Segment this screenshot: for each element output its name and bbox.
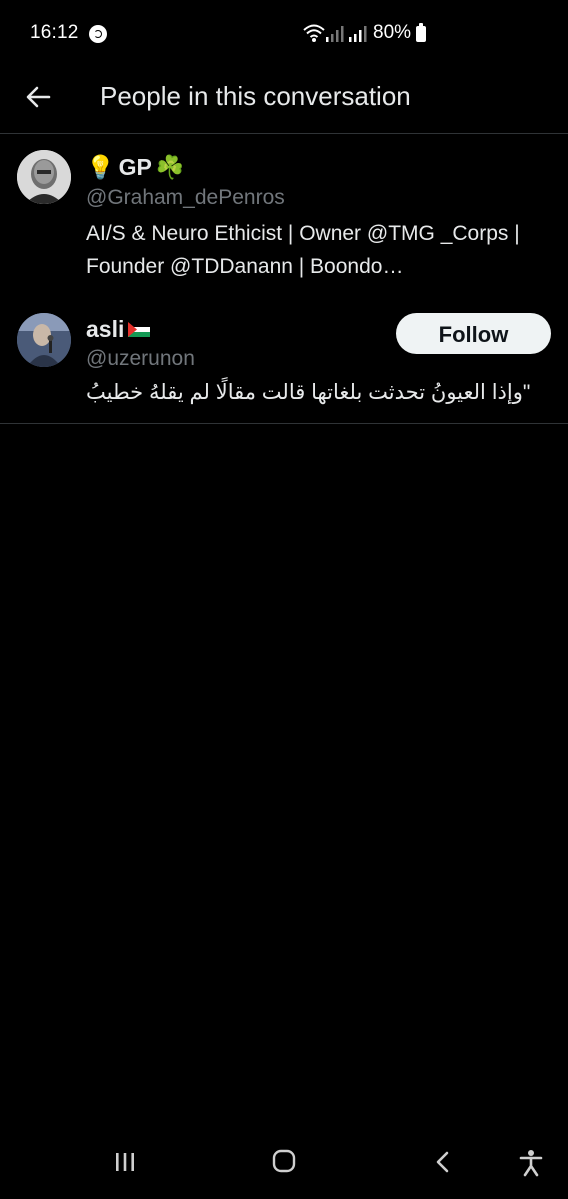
- user-handle: @Graham_dePenros: [86, 186, 285, 209]
- back-icon[interactable]: [434, 1151, 452, 1173]
- user-name-text: asli: [86, 316, 125, 342]
- battery-icon: [416, 23, 426, 42]
- shazam-icon: [89, 25, 107, 43]
- page-title: People in this conversation: [100, 81, 411, 111]
- user-handle: @uzerunon: [86, 347, 195, 370]
- avatar[interactable]: [17, 313, 71, 367]
- accessibility-icon[interactable]: [519, 1149, 543, 1177]
- user-name-text: GP: [118, 154, 152, 180]
- follow-button[interactable]: Follow: [396, 313, 551, 354]
- status-time: 16:12: [30, 22, 79, 43]
- system-nav-bar: [0, 1131, 568, 1199]
- user-bio: AI/S & Neuro Ethicist | Owner @TMG _Corp…: [86, 222, 520, 278]
- user-name[interactable]: asli: [86, 316, 151, 343]
- header: People in this conversation: [0, 66, 568, 134]
- signal-icon: [326, 26, 344, 42]
- recents-icon[interactable]: [114, 1151, 136, 1173]
- home-icon[interactable]: [272, 1149, 296, 1173]
- wifi-icon: [303, 24, 325, 42]
- shamrock-emoji: ☘️: [155, 154, 185, 180]
- back-button[interactable]: [22, 80, 56, 114]
- user-cell[interactable]: 💡 GP ☘️ @Graham_dePenros AI/S & Neuro Et…: [0, 134, 568, 296]
- status-bar: 16:12 80%: [0, 0, 568, 66]
- palestine-flag-emoji: [128, 322, 151, 337]
- avatar[interactable]: [17, 150, 71, 204]
- user-cell[interactable]: asli @uzerunon "وإذا العيونُ تحدثت بلغات…: [0, 296, 568, 424]
- user-name[interactable]: 💡 GP ☘️: [86, 154, 185, 181]
- lightbulb-emoji: 💡: [86, 154, 115, 180]
- signal-icon: [349, 26, 367, 42]
- battery-percent: 80%: [373, 22, 412, 43]
- back-arrow-icon: [26, 86, 51, 108]
- user-bio: "وإذا العيونُ تحدثت بلغاتها قالت مقالًا …: [86, 381, 531, 404]
